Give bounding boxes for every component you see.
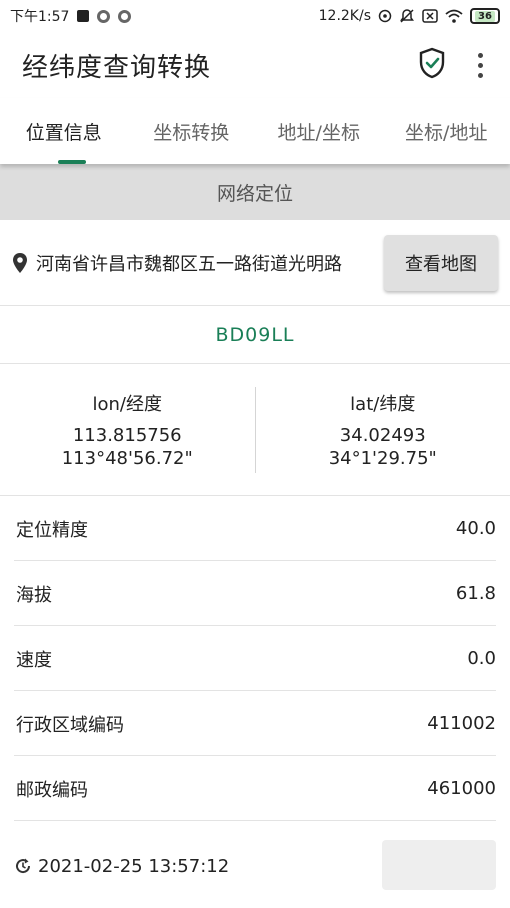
- app-notification-icon: [118, 9, 132, 23]
- latitude-dms: 34°1'29.75": [328, 447, 437, 469]
- info-list: 定位精度 40.0 海拔 61.8 速度 0.0 行政区域编码 411002 邮…: [0, 496, 510, 821]
- coordinates-panel: lon/经度 113.815756 113°48'56.72" lat/纬度 3…: [0, 364, 510, 496]
- app-title: 经纬度查询转换: [22, 52, 212, 83]
- info-row-postal-code: 邮政编码 461000: [0, 756, 510, 821]
- info-value: 0.0: [467, 648, 496, 669]
- timestamp-row: 2021-02-25 13:57:12: [0, 838, 510, 894]
- notification-icon: [77, 10, 90, 22]
- tab-address-to-coord[interactable]: 地址/坐标: [255, 98, 383, 164]
- status-bar: 下午1:57 12.2K/s 36: [0, 0, 510, 32]
- info-value: 61.8: [455, 583, 496, 604]
- mute-icon: [399, 8, 415, 24]
- location-pin-icon: [10, 252, 30, 274]
- info-label: 海拔: [16, 584, 52, 606]
- bottom-action-button[interactable]: [382, 840, 496, 890]
- tab-coord-convert[interactable]: 坐标转换: [128, 98, 256, 164]
- info-label: 定位精度: [16, 519, 88, 541]
- latitude-decimal: 34.02493: [339, 424, 426, 446]
- info-label: 行政区域编码: [16, 714, 124, 736]
- sim-off-icon: [422, 9, 438, 23]
- network-speed: 12.2K/s: [318, 8, 371, 24]
- view-map-button[interactable]: 查看地图: [384, 234, 498, 291]
- location-mode: 网络定位: [216, 182, 293, 205]
- tab-location-info[interactable]: 位置信息: [0, 98, 128, 164]
- longitude-dms: 113°48'56.72": [61, 447, 193, 469]
- info-label: 速度: [16, 649, 52, 671]
- battery-icon: 36: [470, 8, 500, 24]
- info-row-speed: 速度 0.0: [0, 626, 510, 691]
- longitude-decimal: 113.815756: [72, 424, 182, 446]
- tab-bar: 位置信息 坐标转换 地址/坐标 坐标/地址: [0, 98, 510, 164]
- wifi-icon: [445, 9, 463, 23]
- location-mode-band: 网络定位: [0, 164, 510, 220]
- timestamp-text: 2021-02-25 13:57:12: [38, 855, 230, 877]
- overflow-menu-icon[interactable]: [472, 52, 488, 78]
- status-time: 下午1:57: [10, 9, 70, 25]
- shield-check-icon[interactable]: [418, 47, 446, 83]
- latitude-label: lat/纬度: [350, 393, 416, 415]
- tab-coord-to-address[interactable]: 坐标/地址: [383, 98, 510, 164]
- coord-system-label[interactable]: BD09LL: [0, 306, 510, 364]
- app-notification-icon: [97, 9, 111, 23]
- refresh-icon[interactable]: [14, 857, 32, 875]
- info-row-region-code: 行政区域编码 411002: [0, 691, 510, 756]
- info-row-accuracy: 定位精度 40.0: [0, 496, 510, 561]
- latitude-column: lat/纬度 34.02493 34°1'29.75": [256, 390, 510, 470]
- info-label: 邮政编码: [16, 779, 88, 801]
- hotspot-icon: [378, 9, 392, 23]
- longitude-column: lon/经度 113.815756 113°48'56.72": [0, 390, 255, 470]
- info-row-altitude: 海拔 61.8: [0, 561, 510, 626]
- info-value: 461000: [427, 778, 496, 799]
- address-row: 河南省许昌市魏都区五一路街道光明路 查看地图: [0, 220, 510, 306]
- app-bar: 经纬度查询转换: [0, 32, 510, 98]
- address-text: 河南省许昌市魏都区五一路街道光明路: [36, 253, 342, 275]
- info-value: 40.0: [455, 518, 496, 539]
- info-value: 411002: [427, 713, 496, 734]
- longitude-label: lon/经度: [92, 393, 163, 415]
